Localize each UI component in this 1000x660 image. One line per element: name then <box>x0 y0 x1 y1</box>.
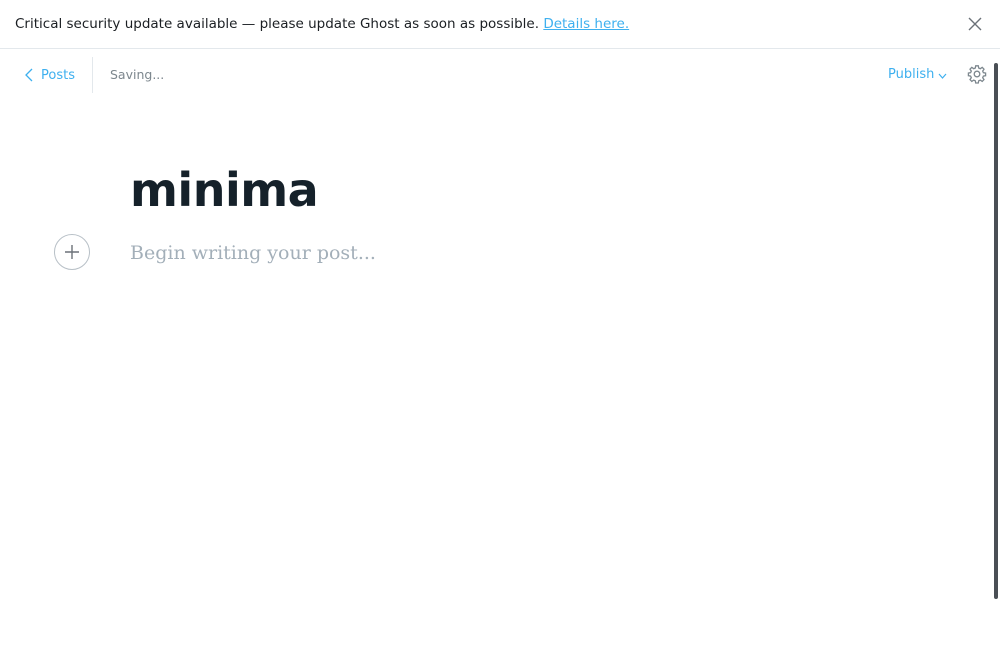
add-card-button[interactable] <box>54 234 90 270</box>
banner-message-line: Critical security update available — ple… <box>15 16 629 32</box>
banner-message: Critical security update available — ple… <box>15 16 540 32</box>
close-icon[interactable] <box>966 15 984 33</box>
plus-icon <box>65 245 79 259</box>
post-body-editor[interactable]: Begin writing your post... <box>130 238 890 268</box>
toolbar-divider <box>92 57 93 93</box>
post-title[interactable]: minima <box>130 158 890 222</box>
back-to-posts-button[interactable]: Posts <box>24 66 75 84</box>
back-label: Posts <box>41 67 75 83</box>
chevron-down-icon <box>938 73 947 79</box>
update-banner: Critical security update available — ple… <box>0 0 1000 49</box>
save-status: Saving... <box>110 67 165 82</box>
chevron-left-icon <box>25 68 33 82</box>
editor-toolbar: Posts Saving... Publish <box>0 50 1000 100</box>
gear-icon[interactable] <box>967 64 987 84</box>
publish-label: Publish <box>888 67 935 82</box>
publish-button[interactable]: Publish <box>888 67 947 82</box>
banner-details-link[interactable]: Details here. <box>543 16 629 32</box>
scrollbar[interactable] <box>994 63 998 599</box>
